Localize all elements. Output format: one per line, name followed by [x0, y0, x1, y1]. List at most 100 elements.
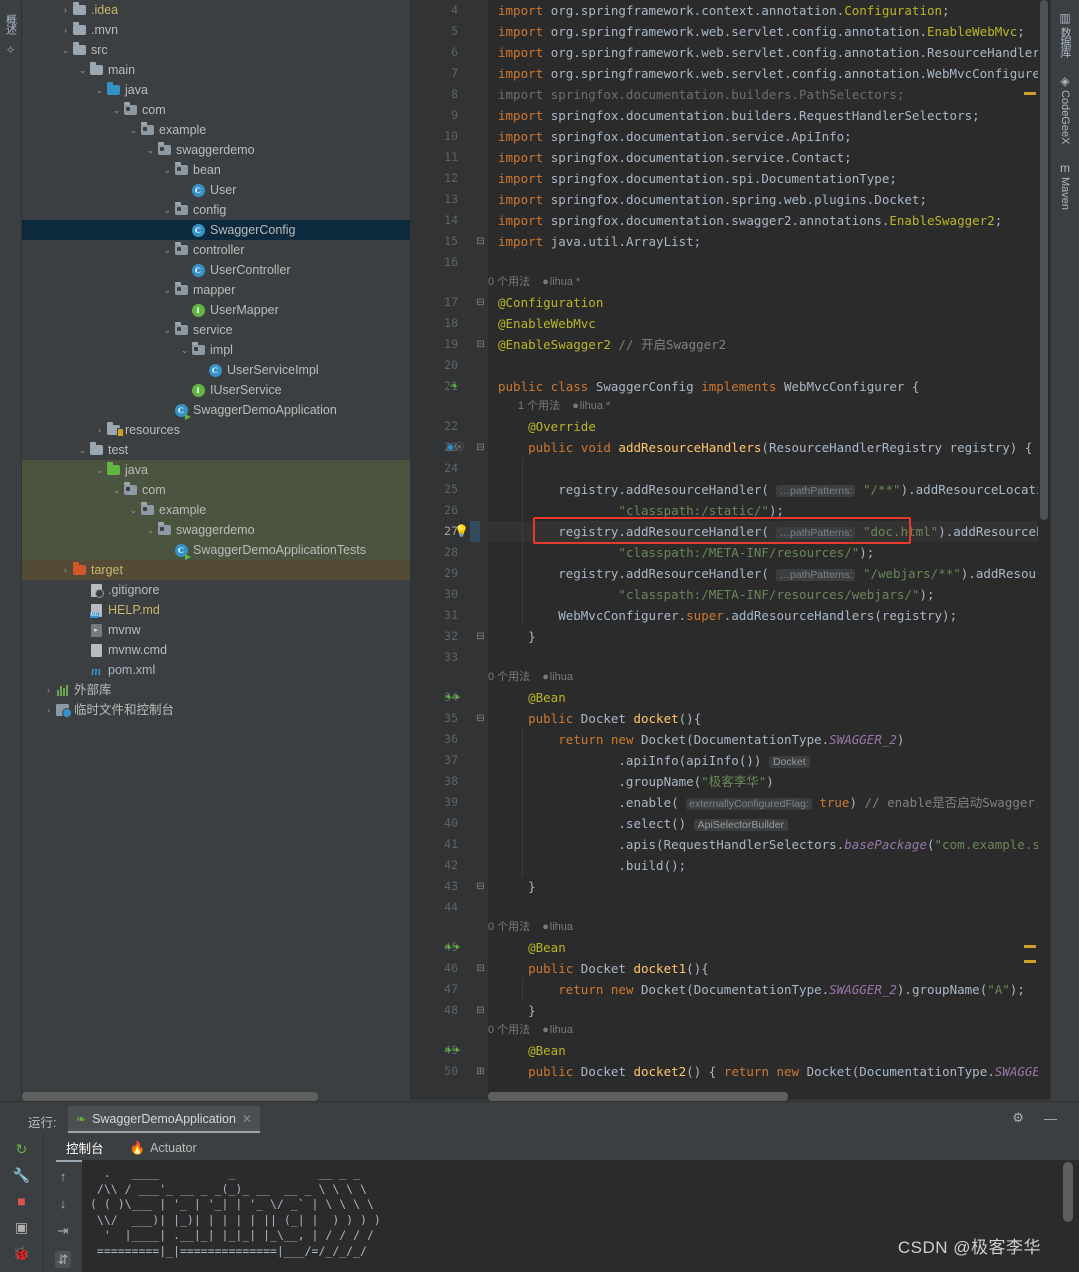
code-line[interactable]: import springfox.documentation.builders.… [498, 84, 1050, 105]
code-fold-icon[interactable]: ⊟ [476, 958, 485, 979]
code-line[interactable]: @EnableSwagger2 // 开启Swagger2 [498, 334, 1050, 355]
tree-item-main[interactable]: ⌄ main [22, 60, 410, 80]
disclosure-arrow-icon[interactable]: ⌄ [162, 325, 173, 335]
right-tool-maven[interactable]: m Maven [1059, 162, 1071, 210]
disclosure-arrow-icon[interactable]: ⌄ [77, 445, 88, 455]
usage-hint[interactable]: 0 个用法 ● lihua [488, 918, 573, 937]
code-fold-icon[interactable]: ⊟ [476, 437, 485, 458]
code-line[interactable] [498, 647, 1050, 668]
code-line[interactable]: "classpath:/META-INF/resources/webjars/"… [498, 584, 1050, 605]
code-line[interactable]: import springfox.documentation.builders.… [498, 105, 1050, 126]
tree-item-[interactable]: › 临时文件和控制台 [22, 700, 410, 720]
tree-item-pom-xml[interactable]: m pom.xml [22, 660, 410, 680]
disclosure-arrow-icon[interactable]: › [94, 425, 105, 435]
code-line[interactable] [498, 355, 1050, 376]
scroll-to-end-icon[interactable]: ⇵ [54, 1251, 72, 1268]
code-line[interactable]: "classpath:/META-INF/resources/"); [498, 542, 1050, 563]
usage-hint[interactable]: 0 个用法 ● lihua [488, 1021, 573, 1040]
code-line[interactable]: import springfox.documentation.service.A… [498, 126, 1050, 147]
subtab--[interactable]: 控制台 [56, 1134, 114, 1162]
tree-item-java[interactable]: ⌄ java [22, 80, 410, 100]
scrollbar-warning-marker[interactable] [1024, 92, 1036, 95]
subtab-actuator[interactable]: 🔥 Actuator [120, 1134, 207, 1162]
structure-icon[interactable]: ✧ [5, 44, 15, 56]
override-gutter-icon[interactable]: ◉ⓐ [446, 437, 464, 458]
code-line[interactable]: "classpath:/static/"); [498, 500, 1050, 521]
disclosure-arrow-icon[interactable]: ⌄ [162, 205, 173, 215]
code-line[interactable]: @Bean [498, 687, 1050, 708]
minimize-icon[interactable]: — [1044, 1111, 1057, 1126]
disclosure-arrow-icon[interactable]: ⌄ [111, 485, 122, 495]
code-fold-icon[interactable]: ⊟ [476, 876, 485, 897]
code-line[interactable] [498, 458, 1050, 479]
code-fold-icon[interactable]: ⊟ [476, 708, 485, 729]
code-fold-icon[interactable]: ⊞ [476, 1061, 485, 1082]
tree-item-controller[interactable]: ⌄ controller [22, 240, 410, 260]
code-fold-icon[interactable]: ⊟ [476, 231, 485, 252]
code-line[interactable]: registry.addResourceHandler( …pathPatter… [498, 563, 1050, 584]
disclosure-arrow-icon[interactable]: › [43, 705, 54, 715]
code-line[interactable]: .build(); [498, 855, 1050, 876]
code-line[interactable]: public Docket docket1(){ [498, 958, 1050, 979]
tree-item-java[interactable]: ⌄ java [22, 460, 410, 480]
spring-bean-gutter-icon[interactable]: ❧❧ [444, 687, 461, 708]
tree-item-mvnw-cmd[interactable]: mvnw.cmd [22, 640, 410, 660]
code-line[interactable]: .enable( externallyConfiguredFlag: true)… [498, 792, 1050, 813]
code-line[interactable]: } [498, 876, 1050, 897]
tree-item-swaggerdemoapplicationtests[interactable]: C SwaggerDemoApplicationTests [22, 540, 410, 560]
disclosure-arrow-icon[interactable]: ⌄ [162, 245, 173, 255]
spring-bean-gutter-icon[interactable]: ❧❧ [444, 937, 461, 958]
disclosure-arrow-icon[interactable]: › [60, 25, 71, 35]
editor-vscrollbar[interactable] [1038, 0, 1050, 1100]
code-line[interactable]: import springfox.documentation.swagger2.… [498, 210, 1050, 231]
disclosure-arrow-icon[interactable]: › [60, 565, 71, 575]
tree-item-config[interactable]: ⌄ config [22, 200, 410, 220]
tree-item-example[interactable]: ⌄ example [22, 500, 410, 520]
code-line[interactable]: } [498, 626, 1050, 647]
tree-item-service[interactable]: ⌄ service [22, 320, 410, 340]
code-line[interactable]: public Docket docket(){ [498, 708, 1050, 729]
code-editor[interactable]: 4 import org.springframework.context.anno… [410, 0, 1050, 1100]
tree-item-user[interactable]: C User [22, 180, 410, 200]
scroll-up-icon[interactable]: ↑ [60, 1170, 67, 1183]
code-line[interactable] [498, 897, 1050, 918]
disclosure-arrow-icon[interactable]: ⌄ [162, 285, 173, 295]
tree-item-iuserservice[interactable]: I IUserService [22, 380, 410, 400]
disclosure-arrow-icon[interactable]: ⌄ [145, 525, 156, 535]
disclosure-arrow-icon[interactable]: ⌄ [111, 105, 122, 115]
code-line[interactable]: import springfox.documentation.service.C… [498, 147, 1050, 168]
tree-item-test[interactable]: ⌄ test [22, 440, 410, 460]
tree-item-help-md[interactable]: HELP.md [22, 600, 410, 620]
tree-item-resources[interactable]: › resources [22, 420, 410, 440]
scrollbar-warning-marker[interactable] [1024, 945, 1036, 948]
disclosure-arrow-icon[interactable]: ⌄ [94, 465, 105, 475]
tree-item-impl[interactable]: ⌄ impl [22, 340, 410, 360]
code-line[interactable]: import org.springframework.web.servlet.c… [498, 42, 1050, 63]
code-line[interactable]: @Bean [498, 1040, 1050, 1061]
code-line[interactable]: import org.springframework.web.servlet.c… [498, 63, 1050, 84]
code-line[interactable]: import java.util.ArrayList; [498, 231, 1050, 252]
tree-item-swaggerdemo[interactable]: ⌄ swaggerdemo [22, 520, 410, 540]
spring-bean-gutter-icon[interactable]: ❧ [450, 376, 458, 397]
usage-hint[interactable]: 0 个用法 ● lihua [488, 668, 573, 687]
tree-item-com[interactable]: ⌄ com [22, 100, 410, 120]
code-line[interactable]: @EnableWebMvc [498, 313, 1050, 334]
run-configuration-tab[interactable]: ❧ SwaggerDemoApplication ✕ [68, 1106, 260, 1133]
tree-item-swaggerdemoapplication[interactable]: C SwaggerDemoApplication [22, 400, 410, 420]
code-line[interactable]: } [498, 1000, 1050, 1021]
usage-hint[interactable]: 1 个用法 ● lihua * [488, 397, 610, 416]
scroll-down-icon[interactable]: ↓ [60, 1197, 67, 1210]
code-line[interactable]: import org.springframework.web.servlet.c… [498, 21, 1050, 42]
code-fold-icon[interactable]: ⊟ [476, 292, 485, 313]
disclosure-arrow-icon[interactable]: ⌄ [128, 125, 139, 135]
spring-bean-gutter-icon[interactable]: ❧❧ [444, 1040, 461, 1061]
tree-item-userserviceimpl[interactable]: C UserServiceImpl [22, 360, 410, 380]
project-tree-hscrollbar[interactable] [22, 1092, 408, 1101]
project-tree[interactable]: › .idea › .mvn ⌄ src ⌄ main ⌄ java ⌄ com ⌄ example ⌄ sw… [22, 0, 410, 1084]
code-line[interactable]: @Override [498, 416, 1050, 437]
code-fold-icon[interactable]: ⊟ [476, 626, 485, 647]
tree-item-mapper[interactable]: ⌄ mapper [22, 280, 410, 300]
tree-item-target[interactable]: › target [22, 560, 410, 580]
tree-item-idea[interactable]: › .idea [22, 0, 410, 20]
debug-icon[interactable]: 🐞 [13, 1246, 30, 1260]
